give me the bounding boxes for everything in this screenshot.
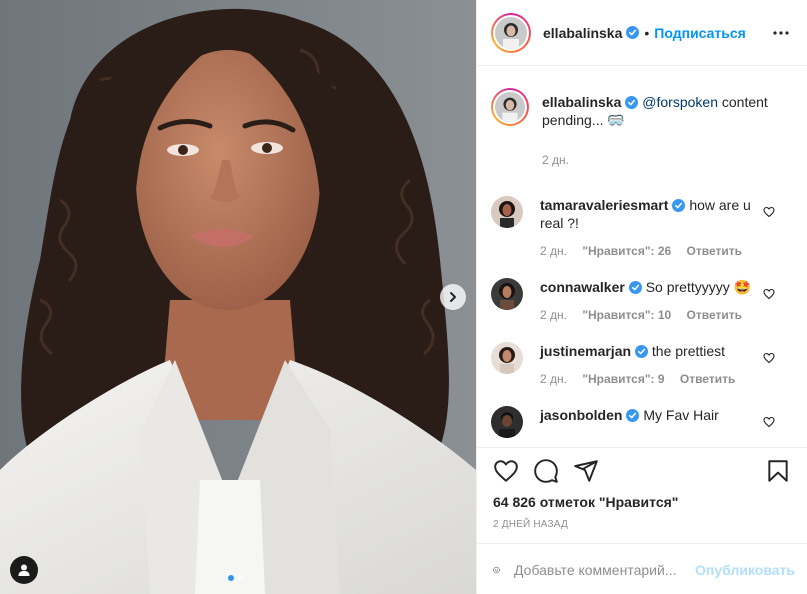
comment-body: jasonbolden My Fav Hair <box>540 406 791 438</box>
comment-body: tamaravaleriesmart how are u real ?! 2 д… <box>540 196 791 260</box>
author-username[interactable]: ellabalinska <box>543 25 622 41</box>
heart-icon[interactable] <box>763 206 775 218</box>
comment-item: jasonbolden My Fav Hair <box>491 406 791 438</box>
verified-badge-icon <box>635 345 649 358</box>
tagged-users-button[interactable] <box>10 556 38 584</box>
like-heart-icon[interactable] <box>493 458 519 484</box>
header-separator: • <box>644 24 650 41</box>
comment-likes[interactable]: "Нравится": 9 <box>582 372 664 386</box>
caption-body: ellabalinska @forspoken content pending.… <box>542 88 791 169</box>
comment-avatar-image <box>491 196 523 228</box>
publish-button[interactable]: Опубликовать <box>695 562 795 578</box>
comment-time[interactable]: 2 дн. <box>540 308 567 322</box>
comment-time[interactable]: 2 дн. <box>540 244 567 258</box>
carousel-dot-1 <box>228 575 234 581</box>
carousel-next-button[interactable] <box>440 284 466 310</box>
action-bar <box>477 448 807 494</box>
comment-avatar[interactable] <box>491 406 523 438</box>
caption-time[interactable]: 2 дн. <box>542 153 569 167</box>
verified-badge-icon <box>626 409 640 422</box>
comment-avatar-image <box>491 342 523 374</box>
carousel-dot-2 <box>238 575 244 581</box>
comment-username[interactable]: tamaravaleriesmart <box>540 197 668 213</box>
post-photo[interactable] <box>0 0 476 594</box>
caption-username[interactable]: ellabalinska <box>542 94 621 110</box>
verified-badge-icon <box>626 26 640 39</box>
comment-item: connawalker So prettyyyyy 🤩 2 дн. "Нрави… <box>491 278 791 324</box>
verified-badge-icon <box>625 96 639 109</box>
comment-username[interactable]: connawalker <box>540 279 625 295</box>
comment-icon[interactable] <box>533 458 559 484</box>
comment-body: justinemarjan the prettiest 2 дн. "Нрави… <box>540 342 791 388</box>
comment-item: justinemarjan the prettiest 2 дн. "Нрави… <box>491 342 791 388</box>
comment-avatar-image <box>491 406 523 438</box>
comment-text: My Fav Hair <box>643 407 719 423</box>
verified-badge-icon <box>628 281 642 294</box>
post-timestamp[interactable]: 2 дней назад <box>477 519 807 530</box>
comment-reply-button[interactable]: Ответить <box>680 372 735 386</box>
author-avatar[interactable] <box>491 12 531 53</box>
comment-likes[interactable]: "Нравится": 26 <box>582 244 671 258</box>
author-avatar-image <box>495 16 527 49</box>
user-tag-icon <box>18 564 30 576</box>
comment-username[interactable]: justinemarjan <box>540 343 631 359</box>
comment-likes[interactable]: "Нравится": 10 <box>582 308 671 322</box>
likes-count[interactable]: 64 826 отметок "Нравится" <box>477 494 807 510</box>
caption: ellabalinska @forspoken content pending.… <box>491 88 791 169</box>
post-side-panel: ellabalinska • Подписаться ellabalinska … <box>476 0 807 594</box>
comment-body: connawalker So prettyyyyy 🤩 2 дн. "Нрави… <box>540 278 791 324</box>
emoji-icon[interactable] <box>493 557 500 583</box>
bookmark-icon[interactable] <box>765 458 791 484</box>
carousel-indicator <box>228 575 244 581</box>
comment-avatar-image <box>491 278 523 310</box>
portrait-image <box>0 0 476 594</box>
post-actions: 64 826 отметок "Нравится" 2 дней назад О… <box>477 447 807 594</box>
post-header: ellabalinska • Подписаться <box>477 0 807 66</box>
add-comment-bar: Опубликовать <box>477 543 807 594</box>
comment-text: So prettyyyyy 🤩 <box>645 279 752 295</box>
comment-avatar[interactable] <box>491 342 523 374</box>
comment-time[interactable]: 2 дн. <box>540 372 567 386</box>
heart-icon[interactable] <box>763 288 775 300</box>
post-modal: ellabalinska • Подписаться ellabalinska … <box>0 0 807 594</box>
comment-text: the prettiest <box>651 343 726 359</box>
comment-item: tamaravaleriesmart how are u real ?! 2 д… <box>491 196 791 260</box>
comment-reply-button[interactable]: Ответить <box>687 308 742 322</box>
share-icon[interactable] <box>573 458 599 484</box>
follow-button[interactable]: Подписаться <box>654 25 746 41</box>
verified-badge-icon <box>672 199 686 212</box>
caption-mention[interactable]: @forspoken <box>642 94 718 110</box>
comment-username[interactable]: jasonbolden <box>540 407 622 423</box>
more-icon[interactable] <box>771 23 791 43</box>
heart-icon[interactable] <box>763 416 775 428</box>
comment-avatar[interactable] <box>491 278 523 310</box>
comment-input[interactable] <box>514 561 696 578</box>
comment-reply-button[interactable]: Ответить <box>687 244 742 258</box>
caption-avatar-image <box>495 92 525 122</box>
heart-icon[interactable] <box>763 352 775 364</box>
comments-list[interactable]: ellabalinska @forspoken content pending.… <box>477 67 807 447</box>
chevron-right-icon <box>450 292 456 302</box>
caption-avatar[interactable] <box>491 88 529 126</box>
comment-avatar[interactable] <box>491 196 523 228</box>
